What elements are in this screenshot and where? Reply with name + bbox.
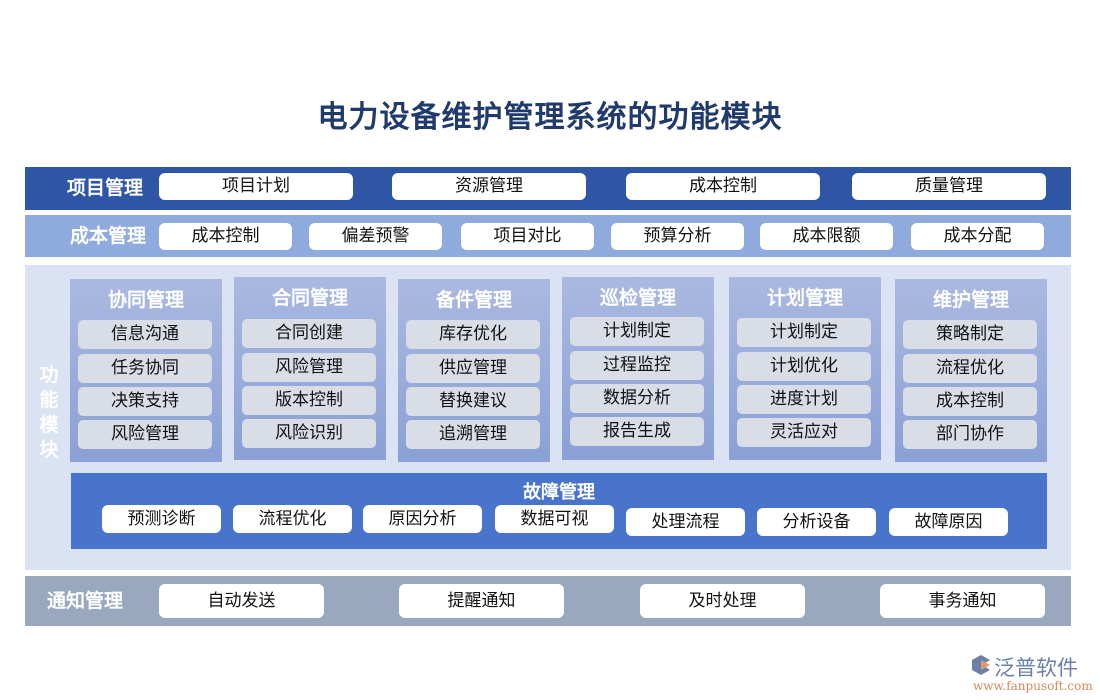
- module-item[interactable]: 部门协作: [903, 420, 1037, 449]
- fault-item[interactable]: 分析设备: [757, 508, 876, 536]
- notify-management-row: 通知管理 自动发送 提醒通知 及时处理 事务通知: [25, 576, 1071, 626]
- cost-item[interactable]: 偏差预警: [309, 223, 442, 250]
- module-item[interactable]: 过程监控: [570, 351, 704, 380]
- module-card: 协同管理信息沟通任务协同决策支持风险管理: [70, 279, 222, 462]
- notify-item[interactable]: 自动发送: [159, 584, 324, 618]
- module-title: 合同管理: [271, 287, 348, 309]
- module-item[interactable]: 成本控制: [903, 387, 1037, 416]
- module-card: 合同管理合同创建风险管理版本控制风险识别: [234, 277, 386, 460]
- module-item[interactable]: 追溯管理: [406, 420, 540, 449]
- function-modules-area: 功 能 模 块 协同管理 信息沟通 任务协同 决策支持 风险管理 合同管理 合同创建 风险管理…: [25, 265, 1071, 570]
- notify-item[interactable]: 提醒通知: [399, 584, 564, 618]
- module-item[interactable]: 灵活应对: [737, 418, 871, 447]
- brand-logo: 泛普软件 www.fanpusoft.com: [970, 652, 1095, 697]
- module-item[interactable]: 决策支持: [78, 387, 212, 416]
- module-item[interactable]: 进度计划: [737, 385, 871, 414]
- project-item[interactable]: 质量管理: [852, 173, 1046, 200]
- module-title: 协同管理: [107, 289, 184, 311]
- module-item[interactable]: 任务协同: [78, 354, 212, 383]
- fault-item[interactable]: 流程优化: [233, 505, 352, 533]
- module-item[interactable]: 库存优化: [406, 320, 540, 349]
- fault-management-title: 故障管理: [523, 482, 595, 503]
- project-item[interactable]: 成本控制: [626, 173, 820, 200]
- fault-item[interactable]: 原因分析: [363, 505, 482, 533]
- module-item[interactable]: 计划制定: [737, 318, 871, 347]
- cost-item[interactable]: 成本分配: [911, 223, 1044, 250]
- fault-item[interactable]: 处理流程: [626, 508, 745, 536]
- label-char: 块: [39, 439, 59, 461]
- label-char: 能: [39, 389, 59, 411]
- module-item[interactable]: 信息沟通: [78, 320, 212, 349]
- cost-management-label: 成本管理: [70, 225, 147, 247]
- module-item[interactable]: 数据分析: [570, 384, 704, 413]
- fault-management-box: 故障管理 预测诊断 流程优化 原因分析 数据可视 处理流程 分析设备 故障原因: [71, 473, 1047, 549]
- function-modules-label: 功 能 模 块: [39, 363, 59, 463]
- cost-item[interactable]: 成本控制: [159, 223, 292, 250]
- fault-item[interactable]: 预测诊断: [102, 505, 221, 533]
- project-management-row: 项目管理 项目计划 资源管理 成本控制 质量管理: [25, 167, 1071, 210]
- module-item[interactable]: 版本控制: [242, 386, 376, 415]
- notify-management-label: 通知管理: [47, 590, 124, 612]
- module-item[interactable]: 供应管理: [406, 354, 540, 383]
- module-card: 备件管理库存优化供应管理替换建议追溯管理: [398, 279, 550, 462]
- module-card: 维护管理策略制定流程优化成本控制部门协作: [895, 279, 1047, 462]
- project-item[interactable]: 项目计划: [159, 173, 353, 200]
- module-item[interactable]: 计划优化: [737, 352, 871, 381]
- module-item[interactable]: 计划制定: [570, 317, 704, 346]
- notify-item[interactable]: 及时处理: [640, 584, 805, 618]
- module-item[interactable]: 风险识别: [242, 419, 376, 448]
- module-item[interactable]: 风险管理: [78, 420, 212, 449]
- project-management-label: 项目管理: [67, 177, 144, 199]
- cost-item[interactable]: 成本限额: [760, 223, 893, 250]
- module-item[interactable]: 流程优化: [903, 354, 1037, 383]
- fault-item[interactable]: 故障原因: [889, 508, 1008, 536]
- fault-item[interactable]: 数据可视: [495, 505, 614, 533]
- module-title: 维护管理: [932, 289, 1009, 311]
- module-title: 计划管理: [766, 287, 843, 309]
- logo-url: www.fanpusoft.com: [973, 679, 1093, 693]
- module-item[interactable]: 策略制定: [903, 320, 1037, 349]
- module-item[interactable]: 报告生成: [570, 417, 704, 446]
- project-item[interactable]: 资源管理: [392, 173, 586, 200]
- module-card: 巡检管理计划制定过程监控数据分析报告生成: [562, 277, 714, 460]
- cost-item[interactable]: 项目对比: [461, 223, 594, 250]
- cost-item[interactable]: 预算分析: [611, 223, 744, 250]
- cost-management-row: 成本管理 成本控制 偏差预警 项目对比 预算分析 成本限额 成本分配: [25, 215, 1071, 257]
- module-title: 巡检管理: [599, 287, 676, 309]
- module-item[interactable]: 风险管理: [242, 353, 376, 382]
- logo-name: 泛普软件: [994, 656, 1078, 680]
- logo-mark-icon: [972, 655, 990, 675]
- module-item[interactable]: 合同创建: [242, 319, 376, 348]
- module-title: 备件管理: [435, 289, 512, 311]
- label-char: 模: [39, 414, 59, 436]
- module-item[interactable]: 替换建议: [406, 387, 540, 416]
- label-char: 功: [39, 364, 59, 386]
- module-card: 计划管理计划制定计划优化进度计划灵活应对: [729, 277, 881, 460]
- page-title: 电力设备维护管理系统的功能模块: [317, 100, 783, 135]
- notify-item[interactable]: 事务通知: [880, 584, 1045, 618]
